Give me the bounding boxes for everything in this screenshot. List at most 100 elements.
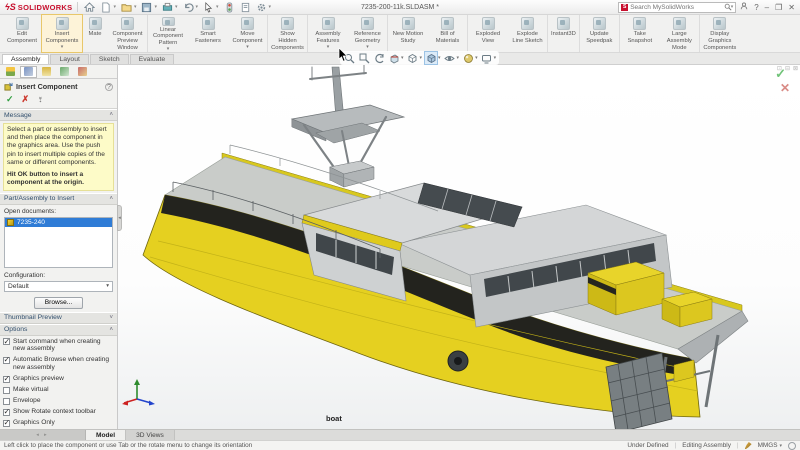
confirm-ok-icon[interactable]: ✓ bbox=[775, 67, 786, 80]
options-section-header[interactable]: Options ˄ bbox=[0, 324, 117, 336]
view-settings-caret-icon[interactable]: ▾ bbox=[494, 55, 497, 61]
configuration-dropdown[interactable]: Default ▾ bbox=[4, 281, 113, 292]
checkbox-icon[interactable] bbox=[3, 357, 10, 364]
help-menu[interactable]: ? bbox=[754, 3, 758, 12]
featuremanager-tree-tab[interactable] bbox=[2, 66, 19, 78]
checkbox-icon[interactable] bbox=[3, 376, 10, 383]
ok-button[interactable]: ✓ bbox=[6, 94, 14, 105]
document-tab[interactable]: 3D Views bbox=[126, 430, 175, 440]
edit-appearance-icon[interactable] bbox=[462, 52, 474, 64]
undo-icon[interactable] bbox=[183, 2, 194, 13]
boat-assembly-model[interactable] bbox=[118, 65, 800, 429]
part-assembly-section-header[interactable]: Part/Assembly to Insert ˄ bbox=[0, 193, 117, 205]
print-caret-icon[interactable]: ▾ bbox=[175, 4, 178, 10]
display-style-icon[interactable] bbox=[425, 52, 437, 64]
checkbox-icon[interactable] bbox=[3, 409, 10, 416]
open-documents-list[interactable]: 7235-240 bbox=[4, 217, 113, 268]
zoom-to-area-icon[interactable] bbox=[358, 52, 370, 64]
ribbon-button[interactable]: Large Assembly Mode ▾ bbox=[660, 15, 700, 52]
file-properties-icon[interactable] bbox=[240, 2, 251, 13]
ribbon-button[interactable]: Move Component ▾ bbox=[228, 15, 268, 52]
pin-button[interactable]: ➴ bbox=[35, 94, 46, 105]
vp-max-icon[interactable]: ⊠ bbox=[793, 65, 798, 72]
user-account-icon[interactable] bbox=[740, 2, 748, 12]
minimize-button[interactable]: – bbox=[765, 3, 769, 12]
save-caret-icon[interactable]: ▾ bbox=[154, 4, 157, 10]
search-box[interactable]: S ▾ bbox=[618, 2, 736, 13]
message-section-header[interactable]: Message ˄ bbox=[0, 109, 117, 121]
home-icon[interactable] bbox=[84, 2, 95, 13]
open-caret-icon[interactable]: ▾ bbox=[134, 4, 137, 10]
hide-show-caret-icon[interactable]: ▾ bbox=[457, 55, 460, 61]
orientation-caret-icon[interactable]: ▾ bbox=[420, 55, 423, 61]
ribbon-button[interactable]: Show Hidden Components ▾ bbox=[268, 15, 308, 52]
ribbon-button[interactable]: Smart Fasteners ▾ bbox=[188, 15, 228, 52]
checkbox-icon[interactable] bbox=[3, 398, 10, 405]
ribbon-button[interactable]: Reference Geometry ▾ bbox=[348, 15, 388, 52]
new-caret-icon[interactable]: ▾ bbox=[113, 4, 116, 10]
close-button[interactable]: ✕ bbox=[788, 3, 795, 12]
panel-splitter-handle[interactable]: ◂ bbox=[117, 205, 122, 231]
ribbon-button[interactable]: Bill of Materials ▾ bbox=[428, 15, 468, 52]
search-caret-icon[interactable]: ▾ bbox=[731, 4, 734, 10]
help-icon[interactable]: ? bbox=[105, 83, 113, 91]
save-icon[interactable] bbox=[141, 2, 152, 13]
new-document-icon[interactable] bbox=[100, 2, 111, 13]
options-gear-icon[interactable] bbox=[256, 2, 267, 13]
configurationmanager-tab[interactable] bbox=[38, 66, 55, 78]
graphics-area[interactable]: ⊡⊟⊠ ✓ ✕ bbox=[118, 65, 800, 429]
open-icon[interactable] bbox=[121, 2, 132, 13]
display-style-caret-icon[interactable]: ▾ bbox=[438, 55, 441, 61]
option-checkbox-row[interactable]: Graphics preview bbox=[3, 375, 114, 383]
undo-caret-icon[interactable]: ▾ bbox=[196, 4, 199, 10]
option-checkbox-row[interactable]: Graphics Only bbox=[3, 419, 114, 427]
dimxpertmanager-tab[interactable] bbox=[56, 66, 73, 78]
options-caret-icon[interactable]: ▾ bbox=[269, 4, 272, 10]
option-checkbox-row[interactable]: Start command when creating new assembly bbox=[3, 338, 114, 353]
ribbon-button[interactable]: Assembly Features ▾ bbox=[308, 15, 348, 52]
appearance-caret-icon[interactable]: ▾ bbox=[475, 55, 478, 61]
ribbon-button[interactable]: Instant3D ▾ bbox=[548, 15, 580, 52]
confirm-cancel-icon[interactable]: ✕ bbox=[780, 82, 790, 94]
ribbon-button[interactable]: Update Speedpak ▾ bbox=[580, 15, 620, 52]
ribbon-button[interactable]: Display Graphics Components ▾ bbox=[700, 15, 740, 52]
document-tab[interactable]: Model bbox=[86, 430, 126, 440]
select-caret-icon[interactable]: ▾ bbox=[216, 4, 219, 10]
view-settings-icon[interactable] bbox=[481, 52, 493, 64]
checkbox-icon[interactable] bbox=[3, 338, 10, 345]
checkbox-icon[interactable] bbox=[3, 387, 10, 394]
ribbon-button[interactable]: Insert Components ▾ bbox=[42, 15, 82, 52]
section-view-icon[interactable] bbox=[388, 52, 400, 64]
browse-button[interactable]: Browse... bbox=[34, 297, 83, 309]
propertymanager-tab[interactable] bbox=[20, 66, 37, 78]
rebuild-icon[interactable] bbox=[224, 2, 235, 13]
ribbon-button[interactable]: Exploded View ▾ bbox=[468, 15, 508, 52]
ribbon-button[interactable]: Edit Component ▾ bbox=[2, 15, 42, 52]
ribbon-button[interactable]: Explode Line Sketch ▾ bbox=[508, 15, 548, 52]
ribbon-button[interactable]: New Motion Study ▾ bbox=[388, 15, 428, 52]
tab-scroll-arrows[interactable]: ◂ ▸ bbox=[0, 430, 86, 440]
select-icon[interactable] bbox=[203, 2, 214, 13]
ribbon-button[interactable]: Component Preview Window ▾ bbox=[108, 15, 148, 52]
units-dropdown[interactable]: MMGS ▾ bbox=[758, 442, 782, 449]
ribbon-button[interactable]: Linear Component Pattern ▾ bbox=[148, 15, 188, 52]
status-gear-icon[interactable] bbox=[788, 442, 796, 450]
option-checkbox-row[interactable]: Show Rotate context toolbar bbox=[3, 408, 114, 416]
search-input[interactable] bbox=[630, 4, 721, 11]
restore-button[interactable]: ❐ bbox=[775, 3, 782, 12]
command-tab[interactable]: Evaluate bbox=[130, 54, 174, 64]
option-checkbox-row[interactable]: Envelope bbox=[3, 397, 114, 405]
view-orientation-icon[interactable] bbox=[407, 52, 419, 64]
command-tab[interactable]: Sketch bbox=[90, 54, 129, 64]
option-checkbox-row[interactable]: Automatic Browse when creating new assem… bbox=[3, 356, 114, 371]
option-checkbox-row[interactable]: Make virtual bbox=[3, 386, 114, 394]
hide-show-items-icon[interactable] bbox=[444, 52, 456, 64]
thumbnail-preview-section-header[interactable]: Thumbnail Preview ˅ bbox=[0, 312, 117, 324]
previous-view-icon[interactable] bbox=[373, 52, 385, 64]
checkbox-icon[interactable] bbox=[3, 420, 10, 427]
open-document-item[interactable]: 7235-240 bbox=[5, 218, 112, 227]
print-icon[interactable] bbox=[162, 2, 173, 13]
section-caret-icon[interactable]: ▾ bbox=[401, 55, 404, 61]
command-tab[interactable]: Layout bbox=[50, 54, 88, 64]
ribbon-button[interactable]: Mate ▾ bbox=[82, 15, 108, 52]
